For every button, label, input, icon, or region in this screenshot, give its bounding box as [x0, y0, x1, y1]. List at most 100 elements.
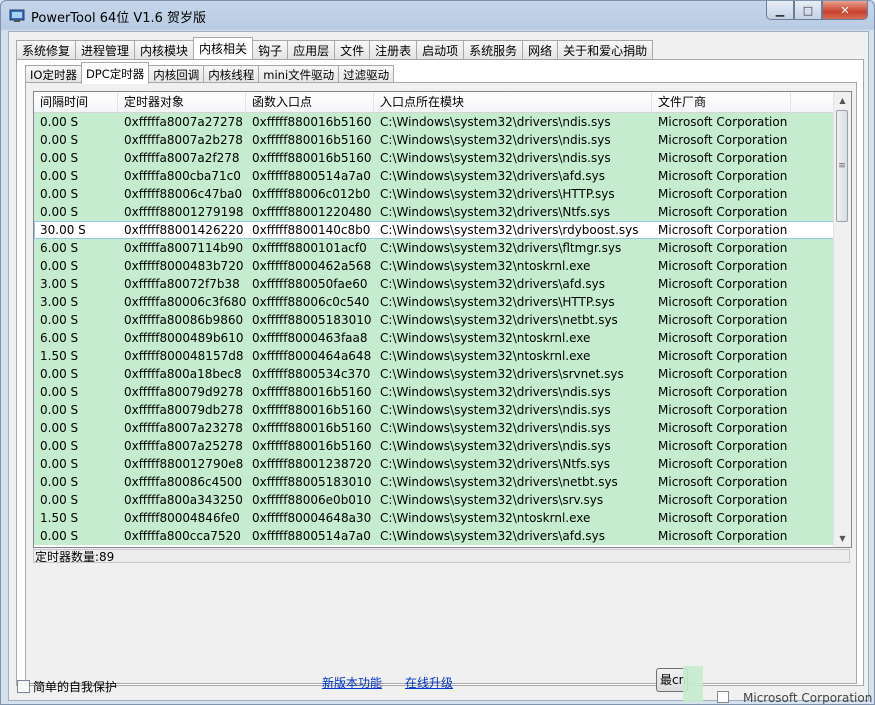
close-button[interactable]: ✕: [822, 1, 868, 20]
table-cell: 0xfffffa80079d9278: [124, 385, 244, 399]
table-cell: 0xfffffa8007a23278: [124, 421, 243, 435]
self-protect-checkbox[interactable]: 简单的自我保护: [17, 678, 117, 695]
main-tab-9[interactable]: 系统服务: [463, 40, 524, 59]
table-cell: 0.00 S: [40, 403, 79, 417]
table-cell: C:\Windows\system32\drivers\ndis.sys: [380, 151, 611, 165]
table-cell: 0xfffff88006c012b0: [252, 187, 371, 201]
new-features-link[interactable]: 新版本功能: [322, 674, 382, 691]
table-row[interactable]: 0.00 S 0xfffff880012790e8 0xfffff880012387…: [34, 455, 842, 473]
main-tab-3[interactable]: 内核相关: [193, 37, 254, 59]
table-cell: 0xfffffa800a343250: [124, 493, 243, 507]
table-cell: 0xfffff880016b5160: [252, 115, 372, 129]
table-row[interactable]: 0.00 S 0xfffffa8007a23278 0xfffff880016b51…: [34, 419, 842, 437]
main-tab-6[interactable]: 文件: [334, 40, 371, 59]
scroll-up-icon[interactable]: ▲: [834, 92, 851, 109]
table-cell: 0xfffffa80006c3f680: [124, 295, 246, 309]
scroll-down-icon[interactable]: ▼: [834, 530, 851, 547]
table-row[interactable]: 0.00 S 0xfffffa80086c4500 0xfffff880051830…: [34, 473, 842, 491]
table-cell: Microsoft Corporation: [658, 403, 788, 417]
table-cell: 3.00 S: [40, 295, 79, 309]
table-cell: 0xfffff88006e0b010: [252, 493, 372, 507]
table-cell: 0xfffffa80086c4500: [124, 475, 243, 489]
checkbox-icon[interactable]: [17, 680, 30, 693]
online-upgrade-link[interactable]: 在线升级: [405, 674, 453, 691]
main-tab-8[interactable]: 启动项: [416, 40, 465, 59]
main-tab-1[interactable]: 进程管理: [75, 40, 136, 59]
table-cell: 0xfffffa80072f7b38: [124, 277, 240, 291]
table-cell: 0xfffff8000464a648: [252, 349, 372, 363]
table-row[interactable]: 0.00 S 0xfffffa80079d9278 0xfffff880016b51…: [34, 383, 842, 401]
table-cell: C:\Windows\system32\ntoskrnl.exe: [380, 331, 591, 345]
self-protect-label: 简单的自我保护: [33, 680, 118, 694]
table-cell: 0xfffff8800101acf0: [252, 241, 367, 255]
table-row[interactable]: 0.00 S 0xfffff88001279198 0xfffff880012204…: [34, 203, 842, 221]
ghost-vendor-text: Microsoft Corporation: [743, 691, 873, 705]
table-row[interactable]: 30.00 S 0xfffff88001426220 0xfffff8800140c…: [34, 221, 842, 239]
maximize-button[interactable]: □: [794, 1, 822, 20]
table-cell: Microsoft Corporation: [658, 331, 788, 345]
table-cell: Microsoft Corporation: [658, 421, 788, 435]
column-header-4[interactable]: 文件厂商: [652, 92, 791, 112]
table-cell: 0xfffffa800cba71c0: [124, 169, 241, 183]
table-cell: Microsoft Corporation: [658, 313, 788, 327]
main-tab-7[interactable]: 注册表: [369, 40, 418, 59]
main-tab-2[interactable]: 内核模块: [134, 40, 195, 59]
main-tab-0[interactable]: 系统修复: [16, 40, 77, 59]
table-row[interactable]: 0.00 S 0xfffffa80079db278 0xfffff880016b51…: [34, 401, 842, 419]
table-row[interactable]: 0.00 S 0xfffffa800cba71c0 0xfffff8800514a7…: [34, 167, 842, 185]
table-row[interactable]: 3.00 S 0xfffffa80072f7b38 0xfffff880050fae…: [34, 275, 842, 293]
table-row[interactable]: 0.00 S 0xfffffa8007a2b278 0xfffff880016b51…: [34, 131, 842, 149]
table-cell: C:\Windows\system32\drivers\fltmgr.sys: [380, 241, 622, 255]
table-cell: 0xfffffa800a18bec8: [124, 367, 242, 381]
table-cell: 0xfffffa8007a27278: [124, 115, 243, 129]
table-cell: C:\Windows\system32\drivers\HTTP.sys: [380, 187, 615, 201]
main-tab-strip: 系统修复 进程管理 内核模块 内核相关 钩子 应用层 文件 注册表 启动项 系统服务 网络 关于和爱心…: [16, 37, 654, 59]
table-cell: C:\Windows\system32\ntoskrnl.exe: [380, 259, 591, 273]
vertical-scrollbar[interactable]: ▲ ≡ ▼: [833, 92, 851, 547]
column-header-0[interactable]: 间隔时间: [34, 92, 118, 112]
table-cell: 0xfffff880016b5160: [252, 439, 372, 453]
table-cell: Microsoft Corporation: [658, 493, 788, 507]
table-row[interactable]: 0.00 S 0xfffffa80086b9860 0xfffff880051830…: [34, 311, 842, 329]
table-row[interactable]: 0.00 S 0xfffffa800cca7520 0xfffff8800514a7…: [34, 527, 842, 545]
table-cell: 0xfffff80004846fe0: [124, 511, 240, 525]
main-tab-11[interactable]: 关于和爱心捐助: [557, 40, 654, 59]
table-cell: C:\Windows\system32\drivers\netbt.sys: [380, 313, 618, 327]
table-row[interactable]: 1.50 S 0xfffff80004846fe0 0xfffff80004648a…: [34, 509, 842, 527]
table-cell: Microsoft Corporation: [658, 187, 788, 201]
table-cell: 0.00 S: [40, 421, 79, 435]
scroll-thumb[interactable]: ≡: [836, 110, 848, 222]
table-row[interactable]: 6.00 S 0xfffffa8007114b90 0xfffff8800101ac…: [34, 239, 842, 257]
main-tab-4[interactable]: 钩子: [252, 40, 289, 59]
table-row[interactable]: 0.00 S 0xfffffa8007a2f278 0xfffff880016b51…: [34, 149, 842, 167]
table-cell: C:\Windows\system32\drivers\ndis.sys: [380, 403, 611, 417]
table-cell: C:\Windows\system32\drivers\Ntfs.sys: [380, 205, 610, 219]
main-tab-5[interactable]: 应用层: [287, 40, 336, 59]
table-row[interactable]: 1.50 S 0xfffff800048157d8 0xfffff8000464a6…: [34, 347, 842, 365]
table-row[interactable]: 0.00 S 0xfffff88006c47ba0 0xfffff88006c012…: [34, 185, 842, 203]
table-row[interactable]: 0.00 S 0xfffff8000483b720 0xfffff8000462a5…: [34, 257, 842, 275]
table-row[interactable]: 6.00 S 0xfffff8000489b610 0xfffff8000463fa…: [34, 329, 842, 347]
table-row[interactable]: 0.00 S 0xfffffa8007a25278 0xfffff880016b51…: [34, 437, 842, 455]
table-cell: 0xfffff88001220480: [252, 205, 372, 219]
minimize-button[interactable]: ▁: [766, 1, 794, 20]
column-header-3[interactable]: 入口点所在模块: [374, 92, 652, 112]
table-cell: Microsoft Corporation: [658, 529, 788, 543]
table-row[interactable]: 3.00 S 0xfffffa80006c3f680 0xfffff88006c0c…: [34, 293, 842, 311]
dpc-timer-list[interactable]: 间隔时间 定时器对象 函数入口点 入口点所在模块 文件厂商 0.00 S 0xfffffa…: [33, 91, 852, 548]
title-bar[interactable]: PowerTool 64位 V1.6 贺岁版 ▁ □ ✕: [1, 1, 874, 31]
table-cell: C:\Windows\system32\drivers\ndis.sys: [380, 385, 611, 399]
table-cell: 0xfffff80004648a30: [252, 511, 372, 525]
table-row[interactable]: 0.00 S 0xfffffa800a343250 0xfffff88006e0b0…: [34, 491, 842, 509]
table-row[interactable]: 0.00 S 0xfffffa8007a27278 0xfffff880016b51…: [34, 113, 842, 131]
table-cell: 0xfffffa8007a2b278: [124, 133, 243, 147]
table-cell: Microsoft Corporation: [658, 133, 788, 147]
column-header-2[interactable]: 函数入口点: [246, 92, 374, 112]
main-tab-10[interactable]: 网络: [522, 40, 559, 59]
table-row[interactable]: 0.00 S 0xfffffa800a18bec8 0xfffff8800534c3…: [34, 365, 842, 383]
column-header-1[interactable]: 定时器对象: [118, 92, 246, 112]
table-cell: C:\Windows\system32\drivers\afd.sys: [380, 169, 605, 183]
close-icon: ✕: [840, 3, 850, 17]
sub-tab-1[interactable]: DPC定时器: [80, 62, 150, 84]
table-cell: C:\Windows\system32\drivers\HTTP.sys: [380, 295, 615, 309]
